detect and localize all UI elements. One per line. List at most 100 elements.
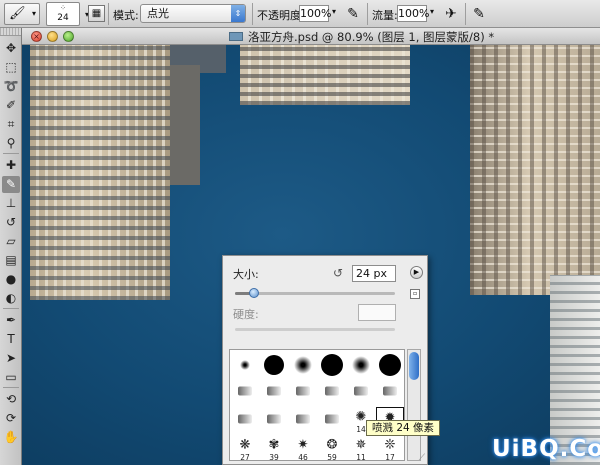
- brush-preset-tip[interactable]: [231, 407, 259, 434]
- brush-stamp-icon: ❊: [384, 437, 396, 453]
- scrollbar-thumb[interactable]: [409, 352, 419, 380]
- zoom-window-button[interactable]: [63, 31, 74, 42]
- close-window-button[interactable]: ×: [31, 31, 42, 42]
- brush-stamp-icon: ✷: [297, 437, 309, 453]
- opacity-slider-arrow-icon[interactable]: ▾: [332, 7, 336, 16]
- brush-size-caption: 11: [356, 453, 366, 461]
- brush-splatter-icon: ⁘: [60, 4, 66, 12]
- flow-field[interactable]: 100%: [397, 5, 429, 22]
- brush-preset-hard[interactable]: [376, 351, 404, 378]
- dodge-tool-icon[interactable]: ◐: [2, 290, 20, 307]
- brush-preset-picker[interactable]: ⁘ 24 ▾: [46, 2, 89, 26]
- brush-preset-grid: ✺14✹24❋27✾39✷46❂59✵11❊17: [229, 349, 405, 461]
- brush-stamp-icon: [296, 386, 310, 396]
- pen-tool-icon[interactable]: ✒: [2, 312, 20, 329]
- brush-size-caption: 59: [327, 453, 337, 461]
- type-tool-icon[interactable]: T: [2, 331, 20, 348]
- tablet-pressure-size-icon[interactable]: ✎: [469, 4, 489, 24]
- brush-stamp-icon: [238, 386, 252, 396]
- brush-preset-soft[interactable]: [289, 351, 317, 378]
- resize-grip-icon[interactable]: ⟋: [419, 453, 425, 463]
- 3d-rotate-tool-icon[interactable]: ⟲: [2, 391, 20, 408]
- tool-divider: [3, 153, 19, 154]
- brush-preset-tip[interactable]: [376, 379, 404, 406]
- brush-panel-icon: ▦: [91, 8, 102, 19]
- brush-panel-toggle-button[interactable]: ▦: [88, 5, 105, 22]
- brush-preset-splat[interactable]: ❂ 59: [318, 435, 346, 461]
- opacity-field[interactable]: 100%: [299, 5, 331, 22]
- history-brush-tool-icon[interactable]: ↺: [2, 214, 20, 231]
- building-top-center: [240, 45, 410, 105]
- preset-scrollbar[interactable]: [407, 349, 421, 461]
- watermark-logo: UiBQ.CoM: [492, 436, 600, 462]
- brush-preset-splat[interactable]: ✾ 39: [260, 435, 288, 461]
- brush-preset-tip[interactable]: [289, 379, 317, 406]
- brush-tool-icon[interactable]: ✎: [2, 176, 20, 193]
- brush-preset-hard[interactable]: [318, 351, 346, 378]
- eraser-tool-icon[interactable]: ▱: [2, 233, 20, 250]
- document-title-bar: × 洛亚方舟.psd @ 80.9% (图层 1, 图层蒙版/8) *: [22, 28, 600, 45]
- path-selection-tool-icon[interactable]: ➤: [2, 350, 20, 367]
- rectangle-tool-icon[interactable]: ▭: [2, 369, 20, 386]
- clone-stamp-tool-icon[interactable]: ⊥: [2, 195, 20, 212]
- panel-menu-button[interactable]: ▶: [410, 266, 423, 279]
- options-bar: 🖌 ▾ ⁘ 24 ▾ ▦ 模式: 点光 ⇕ 不透明度: 100% ▾ ✎ 流量:…: [0, 0, 600, 28]
- brush-stamp-icon: ✺: [355, 409, 367, 425]
- document-icon: [229, 32, 243, 41]
- brush-stamp-icon: [267, 414, 281, 424]
- brush-preset-tip[interactable]: [289, 407, 317, 434]
- chevron-updown-icon: ⇕: [231, 5, 245, 22]
- move-tool-icon[interactable]: ✥: [2, 40, 20, 57]
- brush-stamp-icon: [264, 354, 284, 375]
- airbrush-icon[interactable]: ✈: [441, 4, 461, 24]
- brush-preset-tip[interactable]: [318, 407, 346, 434]
- brush-preset-tip[interactable]: [318, 379, 346, 406]
- brush-size-caption: 39: [269, 453, 279, 461]
- brush-stamp-icon: [296, 414, 310, 424]
- flow-slider-arrow-icon[interactable]: ▾: [430, 7, 434, 16]
- minimize-window-button[interactable]: [47, 31, 58, 42]
- brush-preset-tip[interactable]: [231, 379, 259, 406]
- size-slider-thumb[interactable]: [249, 288, 260, 298]
- quick-selection-tool-icon[interactable]: ✐: [2, 97, 20, 114]
- new-preset-icon[interactable]: ▫: [410, 289, 420, 299]
- building-right: [470, 45, 600, 295]
- brush-stamp-icon: [379, 353, 401, 376]
- healing-brush-tool-icon[interactable]: ✚: [2, 157, 20, 174]
- tablet-pressure-opacity-icon[interactable]: ✎: [343, 4, 363, 24]
- gradient-tool-icon[interactable]: ▤: [2, 252, 20, 269]
- brush-preset-splat[interactable]: ✷ 46: [289, 435, 317, 461]
- divider: [252, 3, 253, 25]
- size-slider[interactable]: [235, 288, 395, 298]
- brush-preset-soft[interactable]: [231, 351, 259, 378]
- tool-preset-picker[interactable]: 🖌 ▾: [4, 3, 40, 25]
- hand-tool-icon[interactable]: ✋: [2, 429, 20, 446]
- marquee-tool-icon[interactable]: ⬚: [2, 59, 20, 76]
- blur-tool-icon[interactable]: ●: [2, 271, 20, 288]
- flow-label: 流量:: [372, 9, 398, 22]
- eyedropper-tool-icon[interactable]: ⚲: [2, 135, 20, 152]
- brush-preset-tip[interactable]: [260, 407, 288, 434]
- brush-stamp-icon: ✾: [268, 437, 280, 453]
- size-field[interactable]: 24 px: [352, 265, 396, 282]
- brush-preset-splat[interactable]: ✵ 11: [347, 435, 375, 461]
- crop-tool-icon[interactable]: ⌗: [2, 116, 20, 133]
- chevron-down-icon: ▾: [31, 9, 36, 18]
- brush-preset-tip[interactable]: [347, 379, 375, 406]
- reset-size-icon[interactable]: ↺: [333, 266, 343, 280]
- brush-preset-splat[interactable]: ❊ 17: [376, 435, 404, 460]
- brush-preset-tip[interactable]: [260, 379, 288, 406]
- brush-preset-soft[interactable]: [347, 351, 375, 378]
- brush-stamp-icon: ✵: [355, 437, 367, 453]
- brush-preset-hard[interactable]: [260, 351, 288, 378]
- brush-preset-splat[interactable]: ❋ 27: [231, 435, 259, 460]
- brush-size-caption: 46: [298, 453, 308, 461]
- brush-stamp-icon: [352, 355, 370, 374]
- brush-stamp-icon: [383, 386, 397, 396]
- 3d-orbit-tool-icon[interactable]: ⟳: [2, 410, 20, 427]
- tool-divider: [3, 308, 19, 309]
- size-label: 大小:: [233, 268, 259, 281]
- mode-select[interactable]: 点光 ⇕: [140, 4, 246, 23]
- panel-grip[interactable]: [0, 28, 21, 36]
- lasso-tool-icon[interactable]: ➰: [2, 78, 20, 95]
